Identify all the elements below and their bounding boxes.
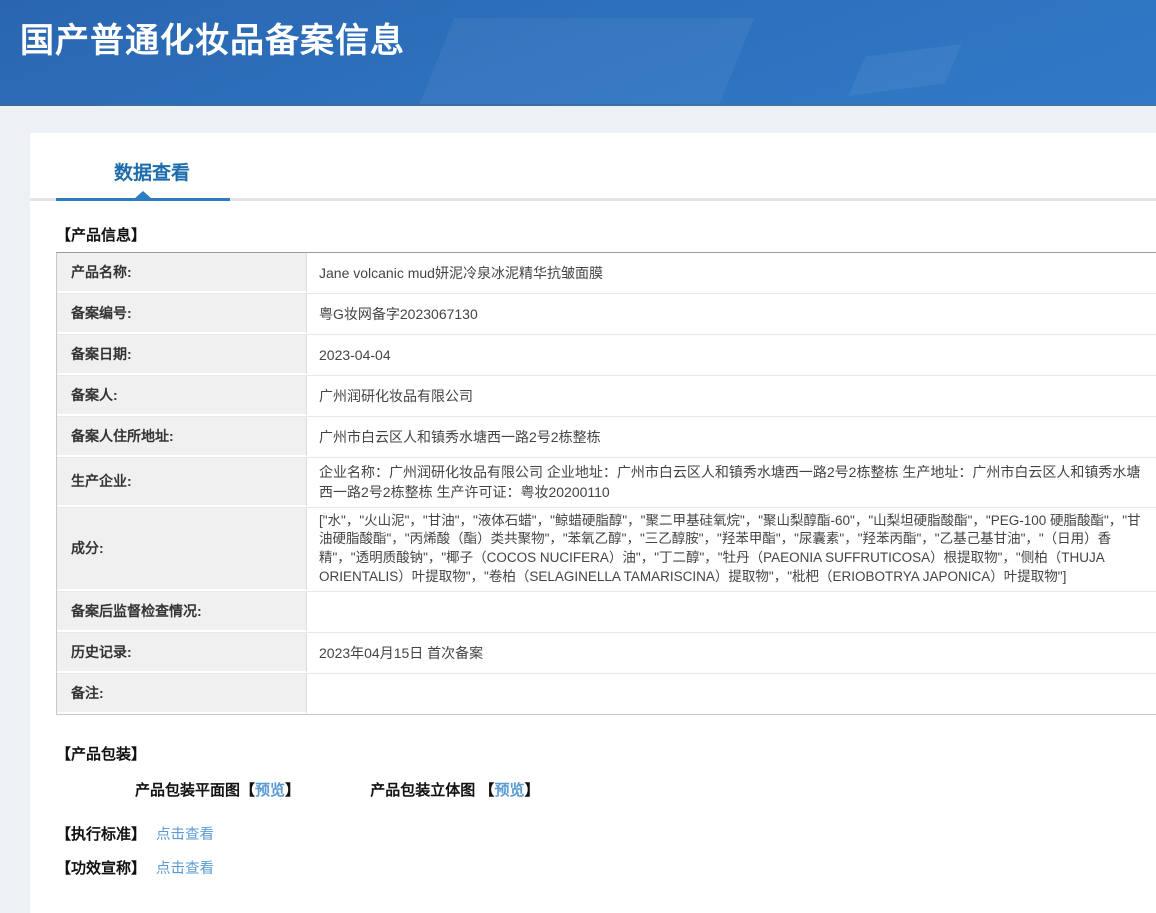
row-value: 广州市白云区人和镇秀水塘西一路2号2栋整栋 (307, 417, 1156, 457)
row-label: 产品名称: (57, 253, 307, 293)
close-bracket: 】 (285, 782, 300, 799)
row-label: 备案编号: (57, 294, 307, 334)
packaging-stereo-preview-link[interactable]: 预览 (494, 782, 524, 799)
packaging-flat-item: 产品包装平面图【预览】 (135, 782, 304, 799)
table-row-registration-number: 备案编号: 粤G妆网备字2023067130 (57, 294, 1156, 335)
product-info-table: 产品名称: Jane volcanic mud妍泥冷泉冰泥精华抗皱面膜 备案编号… (56, 252, 1156, 715)
tab-underline (30, 198, 1156, 201)
section-packaging-title: 【产品包装】 (56, 743, 1156, 764)
efficacy-click-to-view-link[interactable]: 点击查看 (156, 861, 214, 877)
tab-bar: 数据查看 (30, 133, 1156, 201)
section-efficacy-title: 【功效宣称】 (56, 860, 146, 877)
row-label: 备案日期: (57, 335, 307, 375)
row-label: 生产企业: (57, 458, 307, 507)
row-value (307, 592, 1156, 632)
section-standard-title: 【执行标准】 (56, 826, 146, 843)
table-row-registrant: 备案人: 广州润研化妆品有限公司 (57, 376, 1156, 417)
table-row-history: 历史记录: 2023年04月15日 首次备案 (57, 633, 1156, 674)
open-bracket: 【 (479, 782, 494, 799)
main-content: 【产品信息】 产品名称: Jane volcanic mud妍泥冷泉冰泥精华抗皱… (30, 224, 1156, 878)
standard-click-to-view-link[interactable]: 点击查看 (156, 827, 214, 843)
table-row-ingredients: 成分: ["水"，"火山泥"，"甘油"，"液体石蜡"，"鲸蜡硬脂醇"，"聚二甲基… (57, 508, 1156, 593)
row-value: Jane volcanic mud妍泥冷泉冰泥精华抗皱面膜 (307, 253, 1156, 293)
page-header-banner: 国产普通化妆品备案信息 (0, 0, 1156, 106)
row-value: 2023-04-04 (307, 335, 1156, 375)
table-row-registration-date: 备案日期: 2023-04-04 (57, 335, 1156, 376)
table-row-remarks: 备注: (57, 674, 1156, 714)
close-bracket: 】 (524, 782, 539, 799)
row-value: ["水"，"火山泥"，"甘油"，"液体石蜡"，"鲸蜡硬脂醇"，"聚二甲基硅氧烷"… (307, 508, 1156, 592)
row-label: 备案人住所地址: (57, 417, 307, 457)
table-row-registrant-address: 备案人住所地址: 广州市白云区人和镇秀水塘西一路2号2栋整栋 (57, 417, 1156, 458)
row-label: 备案人: (57, 376, 307, 416)
efficacy-row: 【功效宣称】点击查看 (56, 857, 1156, 878)
row-label: 历史记录: (57, 633, 307, 673)
open-bracket: 【 (240, 782, 255, 799)
packaging-preview-row: 产品包装平面图【预览】 产品包装立体图 【预览】 (135, 779, 1156, 800)
tab-data-view[interactable]: 数据查看 (114, 158, 190, 198)
tab-active-arrow-icon (134, 191, 152, 199)
row-value (307, 674, 1156, 714)
row-label: 成分: (57, 508, 307, 592)
row-value: 粤G妆网备字2023067130 (307, 294, 1156, 334)
packaging-stereo-item: 产品包装立体图 【预览】 (370, 782, 539, 799)
table-row-manufacturer: 生产企业: 企业名称：广州润研化妆品有限公司 企业地址：广州市白云区人和镇秀水塘… (57, 458, 1156, 508)
row-label: 备注: (57, 674, 307, 714)
row-value: 2023年04月15日 首次备案 (307, 633, 1156, 673)
packaging-flat-preview-link[interactable]: 预览 (255, 782, 285, 799)
content-card: 数据查看 【产品信息】 产品名称: Jane volcanic mud妍泥冷泉冰… (30, 133, 1156, 913)
section-product-info-title: 【产品信息】 (56, 224, 1156, 245)
row-value: 企业名称：广州润研化妆品有限公司 企业地址：广州市白云区人和镇秀水塘西一路2号2… (307, 458, 1156, 507)
packaging-flat-label: 产品包装平面图 (135, 782, 240, 799)
row-label: 备案后监督检查情况: (57, 592, 307, 632)
packaging-stereo-label: 产品包装立体图 (370, 782, 475, 799)
standard-row: 【执行标准】点击查看 (56, 823, 1156, 844)
page-title: 国产普通化妆品备案信息 (0, 0, 1156, 62)
table-row-supervision-check: 备案后监督检查情况: (57, 592, 1156, 633)
table-row-product-name: 产品名称: Jane volcanic mud妍泥冷泉冰泥精华抗皱面膜 (57, 253, 1156, 294)
row-value: 广州润研化妆品有限公司 (307, 376, 1156, 416)
